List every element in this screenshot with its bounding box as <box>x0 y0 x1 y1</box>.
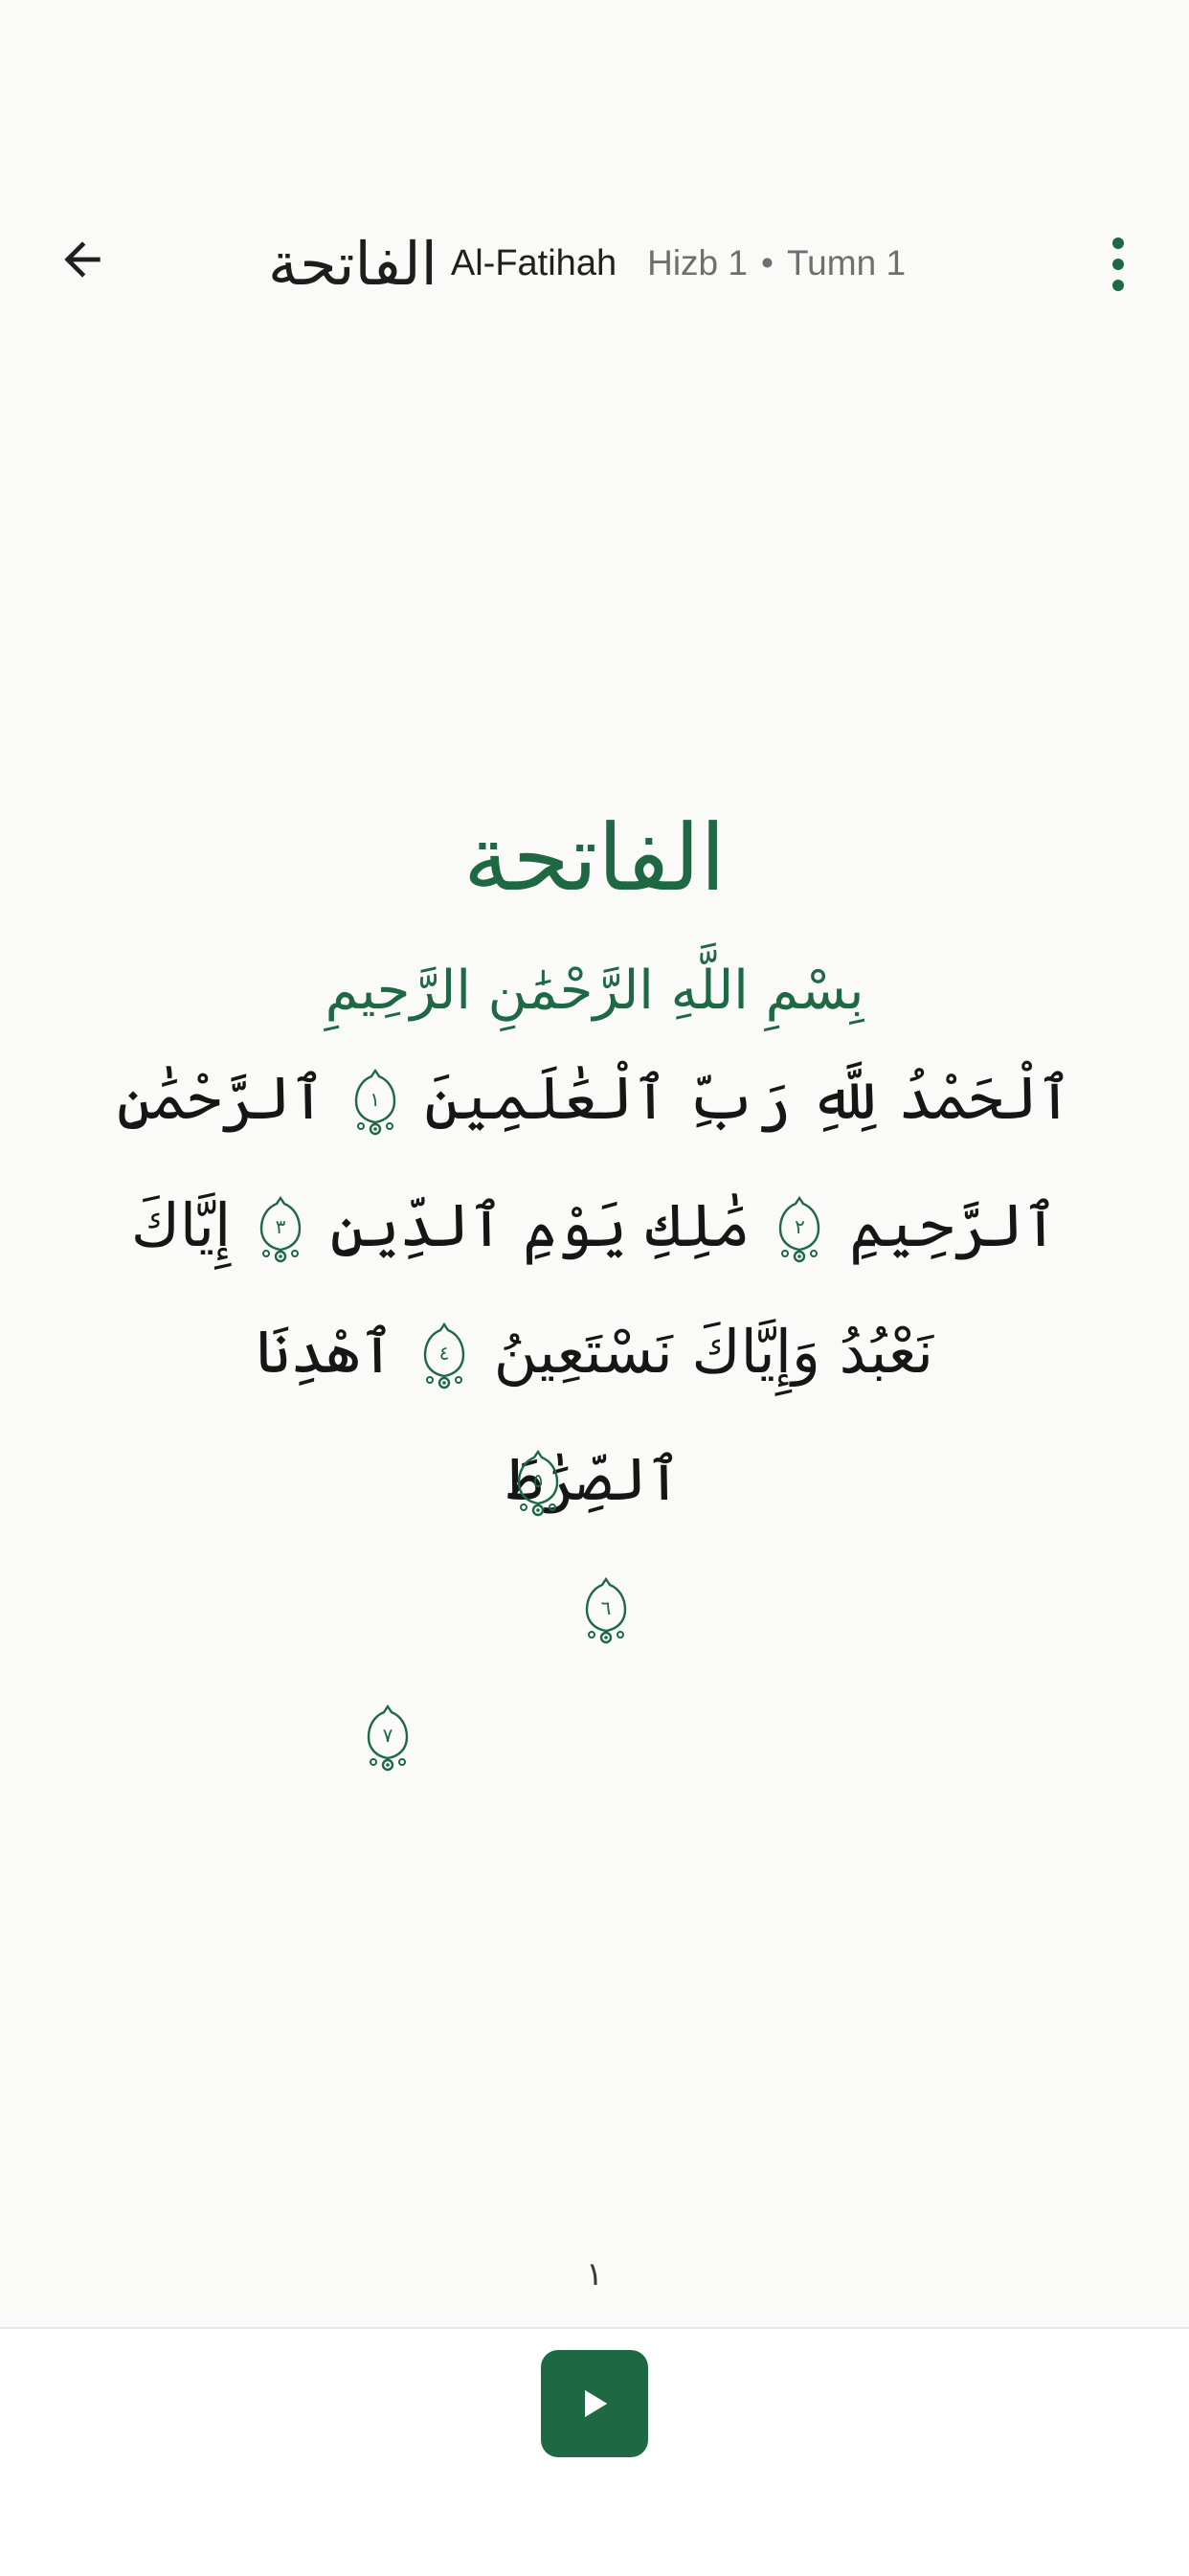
ayah-end-marker-4[interactable]: ٤ <box>419 1321 469 1393</box>
ayah-text[interactable]: ٱلْحَمْدُ لِلَّهِ رَبِّ ٱلْعَٰلَمِينَ <box>424 1063 1072 1133</box>
ayah-text[interactable]: نَعْبُدُ وَإِيَّاكَ نَسْتَعِينُ <box>494 1317 933 1387</box>
ayah-end-marker-3[interactable]: ٣ <box>256 1194 305 1267</box>
ayah-text[interactable]: إِيَّاكَ <box>131 1190 231 1260</box>
ayah-text[interactable]: مَٰلِكِ يَوْمِ ٱلدِّينِ <box>330 1190 751 1260</box>
ayah-text[interactable]: ٱلرَّحْمَٰنِ <box>117 1063 325 1133</box>
mushaf-line-4: ٱلصِّرَٰطَ <box>0 1444 1189 1514</box>
juz-position: Hizb 1 • Tumn 1 <box>647 243 906 283</box>
surah-name: Al-Fatihah <box>450 242 617 283</box>
ayah-end-marker-2[interactable]: ٢ <box>774 1194 824 1267</box>
ayah-text[interactable]: ٱهْدِنَا <box>256 1317 394 1387</box>
surah-name-arabic: الفاتحة <box>268 228 437 299</box>
more-options-button[interactable] <box>1091 226 1145 303</box>
page-number: ١ <box>585 2255 604 2294</box>
arrow-left-icon <box>64 241 101 278</box>
hizb-label: Hizb 1 <box>647 243 748 282</box>
ayah-end-marker-6[interactable]: ٦ <box>581 1575 631 1648</box>
mushaf-line-3: نَعْبُدُ وَإِيَّاكَ نَسْتَعِينُ ٤ ٱهْدِن… <box>0 1317 1189 1393</box>
title-row: الفاتحة Al-Fatihah Hizb 1 • Tumn 1 <box>268 215 906 311</box>
ayah-end-marker-1[interactable]: ١ <box>350 1067 400 1140</box>
app-bar: الفاتحة Al-Fatihah Hizb 1 • Tumn 1 <box>0 0 1189 364</box>
mushaf-line-1: ٱلْحَمْدُ لِلَّهِ رَبِّ ٱلْعَٰلَمِينَ ١ … <box>0 1063 1189 1140</box>
ayah-text[interactable]: ٱلرَّحِيمِ <box>849 1190 1058 1260</box>
mushaf-line-2: ٱلرَّحِيمِ ٢ مَٰلِكِ يَوْمِ ٱلدِّينِ ٣ إ… <box>0 1190 1189 1267</box>
surah-heading: الفاتحة <box>463 804 726 912</box>
play-icon <box>585 2389 608 2418</box>
ayah-end-marker-5[interactable]: ٥ <box>513 1448 563 1521</box>
more-vert-icon <box>1112 237 1124 249</box>
ayah-end-marker-7[interactable]: ٧ <box>363 1703 413 1775</box>
separator-dot: • <box>760 243 774 282</box>
play-button[interactable] <box>541 2350 648 2457</box>
basmala: بِسْمِ اللَّهِ الرَّحْمَٰنِ الرَّحِيمِ <box>325 960 864 1022</box>
tumn-label: Tumn 1 <box>786 243 907 282</box>
bottom-player-bar <box>0 2327 1189 2576</box>
back-button[interactable] <box>48 225 117 294</box>
